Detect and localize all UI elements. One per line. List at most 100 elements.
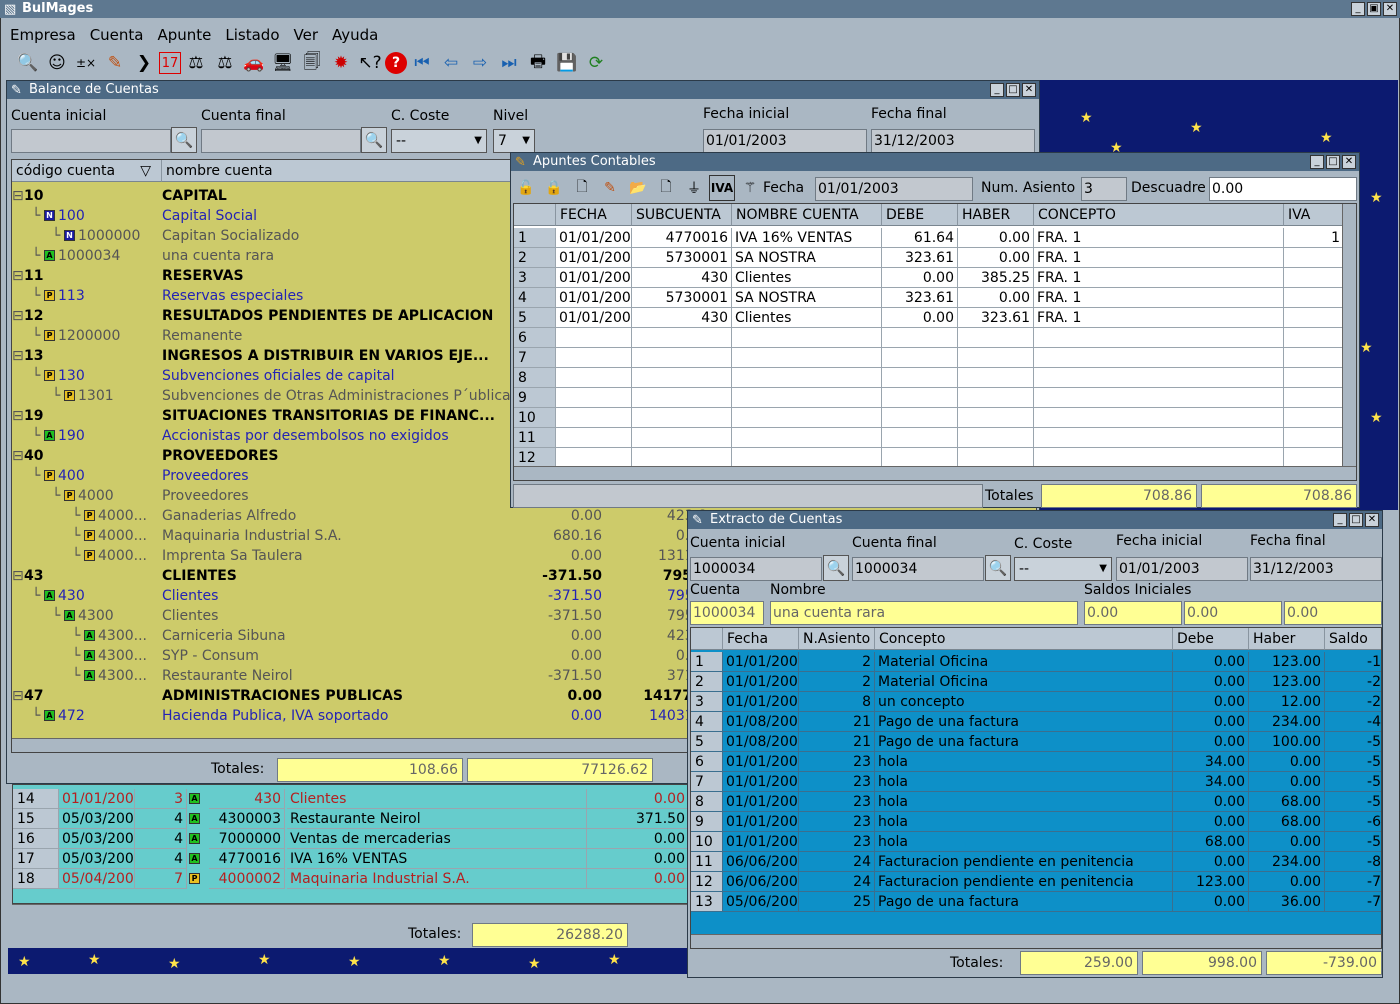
extracto-concepto[interactable]: Pago de una factura — [875, 732, 1173, 752]
extracto-debe[interactable]: 0.00 — [1173, 712, 1249, 732]
apunte-debe[interactable] — [882, 448, 958, 468]
apunte-haber[interactable] — [958, 428, 1034, 448]
apunte-fecha[interactable] — [556, 328, 632, 348]
minimize-button[interactable]: _ — [1310, 155, 1324, 169]
extracto-saldo[interactable]: -5 — [1325, 832, 1381, 852]
tree-row[interactable]: ⊟ 43 CLIENTES -371.50 795.3 — [12, 566, 707, 586]
magic-wand-icon[interactable]: ⚚ — [737, 175, 763, 201]
maximize-button[interactable]: □ — [1349, 513, 1363, 527]
menu-item-4[interactable]: Ver — [294, 26, 319, 44]
apunte-nombre[interactable] — [732, 428, 882, 448]
document-icon[interactable]: 🗋 — [653, 175, 679, 201]
apunte-concepto[interactable]: FRA. 1 — [1034, 288, 1284, 308]
apunte-nombre[interactable] — [732, 368, 882, 388]
apunte-haber[interactable] — [958, 328, 1034, 348]
extracto-concepto[interactable]: hola — [875, 832, 1173, 852]
apunte-sub[interactable]: 430 — [632, 308, 732, 328]
fecha-inicial-input[interactable]: 01/01/2003 — [1116, 557, 1248, 581]
nivel-select[interactable]: 7 ▼ — [493, 129, 535, 153]
apunte-haber[interactable] — [958, 368, 1034, 388]
crab-icon[interactable]: ✹ — [327, 49, 355, 77]
extracto-fecha[interactable]: 01/01/200 — [723, 672, 799, 692]
extracto-haber[interactable]: 100.00 — [1249, 732, 1325, 752]
open-folder-icon[interactable]: 📂 — [625, 175, 651, 201]
extracto-debe[interactable]: 34.00 — [1173, 772, 1249, 792]
maximize-button[interactable]: □ — [1326, 155, 1340, 169]
restore-button[interactable]: ▣ — [1367, 2, 1381, 16]
apunte-fecha[interactable] — [556, 348, 632, 368]
extracto-haber[interactable]: 36.00 — [1249, 892, 1325, 912]
apunte-sub[interactable] — [632, 388, 732, 408]
close-button[interactable]: ✕ — [1365, 513, 1379, 527]
vertical-scrollbar[interactable] — [1342, 204, 1356, 466]
apunte-debe[interactable] — [882, 328, 958, 348]
extracto-haber[interactable]: 0.00 — [1249, 872, 1325, 892]
menu-item-1[interactable]: Cuenta — [90, 26, 144, 44]
extracto-debe[interactable]: 0.00 — [1173, 892, 1249, 912]
apunte-sub[interactable]: 5730001 — [632, 248, 732, 268]
extracto-debe[interactable]: 0.00 — [1173, 852, 1249, 872]
extracto-concepto[interactable]: hola — [875, 792, 1173, 812]
extracto-saldo[interactable]: -2 — [1325, 692, 1381, 712]
minimize-button[interactable]: _ — [1333, 513, 1347, 527]
extracto-haber[interactable]: 68.00 — [1249, 792, 1325, 812]
apunte-fecha[interactable]: 01/01/200 — [556, 308, 632, 328]
menu-item-5[interactable]: Ayuda — [332, 26, 378, 44]
extracto-debe[interactable]: 0.00 — [1173, 792, 1249, 812]
refresh-icon[interactable]: ⟳ — [582, 49, 610, 77]
extracto-as[interactable]: 2 — [799, 672, 875, 692]
tree-row[interactable]: └P4000...Ganaderias Alfredo0.00423.8 — [12, 506, 707, 526]
col-header-nasiento[interactable]: N.Asiento — [799, 628, 875, 650]
apunte-concepto[interactable]: FRA. 1 — [1034, 248, 1284, 268]
extracto-haber[interactable]: 123.00 — [1249, 672, 1325, 692]
documents-icon[interactable]: 🗐 — [298, 49, 326, 77]
col-header-concepto[interactable]: Concepto — [875, 628, 1173, 650]
extracto-haber[interactable]: 12.00 — [1249, 692, 1325, 712]
minimize-button[interactable]: _ — [990, 83, 1004, 97]
extracto-fecha[interactable]: 01/01/200 — [723, 792, 799, 812]
extracto-fecha[interactable]: 01/08/200 — [723, 732, 799, 752]
col-header-saldo[interactable]: Saldo — [1325, 628, 1381, 650]
next-icon[interactable]: ❯ — [130, 49, 158, 77]
extracto-concepto[interactable]: Material Oficina — [875, 672, 1173, 692]
apunte-concepto[interactable] — [1034, 428, 1284, 448]
first-icon[interactable]: ⏮ — [408, 49, 436, 77]
apunte-concepto[interactable] — [1034, 408, 1284, 428]
apunte-fecha[interactable] — [556, 388, 632, 408]
extracto-debe[interactable]: 123.00 — [1173, 872, 1249, 892]
fecha-input[interactable]: 01/01/2003 — [815, 177, 973, 201]
extracto-as[interactable]: 23 — [799, 772, 875, 792]
apunte-nombre[interactable]: Clientes — [732, 268, 882, 288]
apunte-debe[interactable]: 61.64 — [882, 228, 958, 248]
apunte-sub[interactable] — [632, 348, 732, 368]
extracto-fecha[interactable]: 01/01/200 — [723, 692, 799, 712]
extracto-saldo[interactable]: -2 — [1325, 672, 1381, 692]
search-icon[interactable]: 🔍 — [985, 555, 1011, 581]
save-icon[interactable]: 💾 — [553, 49, 581, 77]
apunte-nombre[interactable] — [732, 448, 882, 468]
extracto-debe[interactable]: 34.00 — [1173, 752, 1249, 772]
extracto-as[interactable]: 23 — [799, 832, 875, 852]
apunte-haber[interactable] — [958, 448, 1034, 468]
extracto-fecha[interactable]: 05/06/200 — [723, 892, 799, 912]
extracto-haber[interactable]: 0.00 — [1249, 772, 1325, 792]
apunte-concepto[interactable]: FRA. 1 — [1034, 308, 1284, 328]
extracto-as[interactable]: 23 — [799, 812, 875, 832]
apunte-iva[interactable] — [1284, 348, 1344, 368]
help-icon[interactable]: ? — [385, 52, 407, 74]
col-header-debe[interactable]: Debe — [1173, 628, 1249, 650]
apunte-debe[interactable] — [882, 368, 958, 388]
apunte-nombre[interactable]: SA NOSTRA — [732, 288, 882, 308]
apunte-iva[interactable] — [1284, 248, 1344, 268]
balance-icon[interactable]: ⚖ — [182, 49, 210, 77]
extracto-saldo[interactable]: -5 — [1325, 732, 1381, 752]
extracto-saldo[interactable]: -5 — [1325, 752, 1381, 772]
extracto-as[interactable]: 21 — [799, 732, 875, 752]
col-header-fecha[interactable]: FECHA — [556, 204, 632, 226]
apunte-debe[interactable] — [882, 348, 958, 368]
horizontal-scrollbar[interactable] — [691, 934, 1381, 948]
extracto-fecha[interactable]: 01/01/200 — [723, 652, 799, 672]
new-document-icon[interactable]: 🗋 — [569, 175, 595, 201]
apunte-fecha[interactable]: 01/01/200 — [556, 228, 632, 248]
search-icon[interactable]: 🔍 — [823, 555, 849, 581]
